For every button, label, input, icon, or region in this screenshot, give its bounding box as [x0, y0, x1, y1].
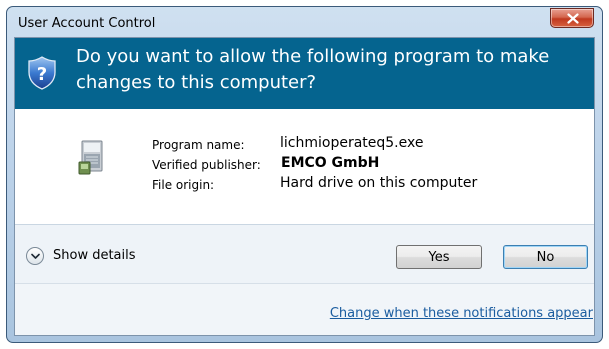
- question-banner: ? Do you want to allow the following pro…: [15, 38, 594, 109]
- window-title: User Account Control: [18, 16, 156, 31]
- show-details-label: Show details: [53, 248, 136, 263]
- change-notifications-link[interactable]: Change when these notifications appear: [330, 306, 593, 321]
- close-icon: [567, 13, 579, 24]
- no-button[interactable]: No: [503, 245, 588, 269]
- close-button[interactable]: [550, 8, 594, 28]
- title-bar: User Account Control: [7, 7, 602, 38]
- footer: Change when these notifications appear: [15, 284, 594, 335]
- program-info: Program name: lichmioperateq5.exe Verifi…: [15, 109, 594, 224]
- publisher-label: Verified publisher:: [152, 158, 261, 172]
- svg-text:?: ?: [37, 64, 47, 85]
- program-name-label: Program name:: [152, 138, 245, 152]
- file-origin-value: Hard drive on this computer: [280, 175, 478, 191]
- yes-button[interactable]: Yes: [396, 245, 482, 269]
- dialog-content: ? Do you want to allow the following pro…: [14, 37, 595, 336]
- file-origin-label: File origin:: [152, 178, 215, 192]
- publisher-value: EMCO GmbH: [281, 155, 380, 171]
- question-text: Do you want to allow the following progr…: [76, 46, 550, 93]
- action-bar: Show details Yes No: [15, 225, 594, 283]
- program-name-value: lichmioperateq5.exe: [280, 135, 424, 151]
- uac-dialog: User Account Control ? Do you want to al…: [6, 6, 603, 343]
- program-installer-icon: [78, 140, 103, 175]
- shield-question-icon: ?: [28, 56, 56, 90]
- chevron-down-icon: [26, 247, 44, 265]
